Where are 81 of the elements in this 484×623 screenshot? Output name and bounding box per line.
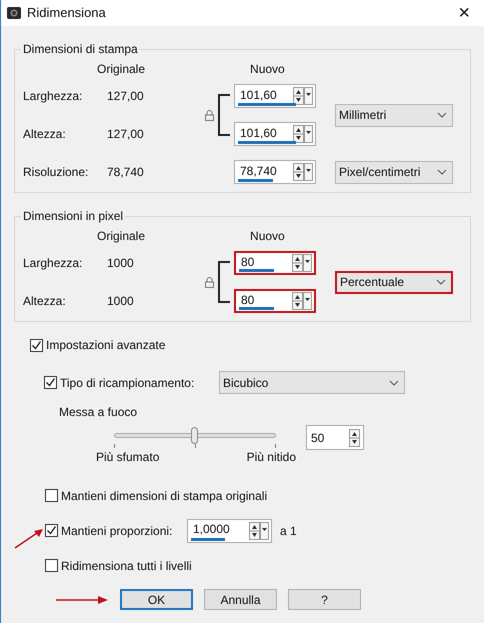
checkbox-label: Impostazioni avanzate: [46, 337, 166, 354]
field-value: 101,60: [240, 88, 277, 102]
field-value: 101,60: [240, 126, 277, 140]
number-field[interactable]: 50: [306, 425, 364, 450]
original-value: 1000: [107, 255, 134, 272]
number-field[interactable]: 80: [234, 289, 316, 313]
column-header: Nuovo: [250, 61, 285, 78]
chevron-down-icon: [389, 380, 399, 386]
link-bracket: [218, 261, 230, 303]
field-label: Larghezza:: [23, 255, 84, 272]
dropdown[interactable]: Pixel/centimetri: [335, 160, 453, 184]
value-bar: [238, 103, 296, 106]
number-field[interactable]: 78,740: [234, 160, 316, 184]
close-button[interactable]: ×: [450, 3, 478, 23]
lock-icon[interactable]: [205, 110, 214, 120]
spinner-icon: [349, 428, 360, 446]
slider-min-label: Più sfumato: [96, 449, 160, 466]
dropdown[interactable]: Percentuale: [335, 270, 453, 294]
number-field[interactable]: 101,60: [234, 84, 316, 108]
checkbox-label: Mantieni dimensioni di stampa originali: [61, 488, 268, 504]
field-label: Altezza:: [23, 293, 67, 310]
value-bar: [238, 179, 273, 182]
dropdown[interactable]: Bicubico: [219, 371, 405, 394]
field-value: 78,740: [240, 164, 277, 178]
spinner-icon: [293, 125, 304, 143]
field-label: Altezza:: [23, 126, 67, 143]
check-icon: [46, 525, 57, 536]
camera-icon: [7, 6, 21, 20]
number-field[interactable]: 80: [234, 251, 316, 275]
slider-max-label: Più nitido: [246, 449, 296, 466]
column-header: Nuovo: [250, 228, 285, 245]
original-value: 127,00: [107, 126, 144, 143]
value-bar: [239, 307, 274, 310]
original-value: 127,00: [107, 88, 144, 105]
spinner-icon: [249, 522, 260, 540]
chevron-down-icon: [437, 112, 447, 118]
check-icon: [45, 377, 56, 388]
group-title: Dimensioni in pixel: [22, 208, 124, 225]
dropdown[interactable]: Millimetri: [335, 104, 453, 126]
spinner-icon: [292, 292, 303, 310]
checkbox[interactable]: [44, 376, 57, 389]
checkbox-label: Tipo di ricampionamento:: [60, 374, 196, 392]
number-field[interactable]: 1,0000: [187, 518, 272, 542]
tick-mark: [194, 444, 196, 448]
spinner-icon: [292, 254, 303, 272]
original-value: 78,740: [107, 164, 145, 181]
dialog-button[interactable]: ?: [288, 589, 361, 610]
number-field[interactable]: 101,60: [234, 122, 316, 146]
slider-thumb[interactable]: [191, 427, 198, 444]
field-label: Risoluzione:: [23, 164, 90, 181]
tick-mark: [275, 444, 276, 448]
column-header: Originale: [97, 61, 146, 78]
checkbox-label: Ridimensiona tutti i livelli: [61, 558, 192, 574]
field-value: 1,0000: [193, 522, 230, 536]
dialog-button[interactable]: OK: [120, 589, 193, 610]
ratio-suffix: a 1: [280, 522, 297, 540]
chevron-down-icon: [437, 169, 447, 175]
chevron-down-icon: [436, 279, 446, 285]
value-bar: [239, 269, 274, 272]
tick-mark: [114, 444, 115, 448]
checkbox[interactable]: [45, 559, 58, 572]
value-bar: [191, 538, 225, 540]
link-bracket: [218, 94, 230, 136]
lock-icon[interactable]: [205, 276, 214, 288]
window-title: Ridimensiona: [27, 4, 107, 22]
check-icon: [31, 340, 42, 350]
spinner-icon: [293, 87, 304, 105]
dialog-button[interactable]: Annulla: [204, 589, 277, 610]
original-value: 1000: [107, 293, 134, 310]
field-value: 80: [241, 254, 254, 268]
checkbox[interactable]: [45, 524, 58, 537]
checkbox-label: Mantieni proporzioni:: [61, 522, 174, 540]
group-title: Dimensioni di stampa: [22, 41, 139, 58]
slider-label: Messa a fuoco: [59, 404, 138, 421]
field-value: 80: [241, 292, 254, 306]
field-label: Larghezza:: [23, 88, 84, 105]
checkbox[interactable]: [45, 489, 58, 502]
column-header: Originale: [97, 228, 146, 245]
value-bar: [238, 141, 296, 144]
checkbox[interactable]: [30, 338, 43, 352]
spinner-icon: [293, 163, 304, 181]
